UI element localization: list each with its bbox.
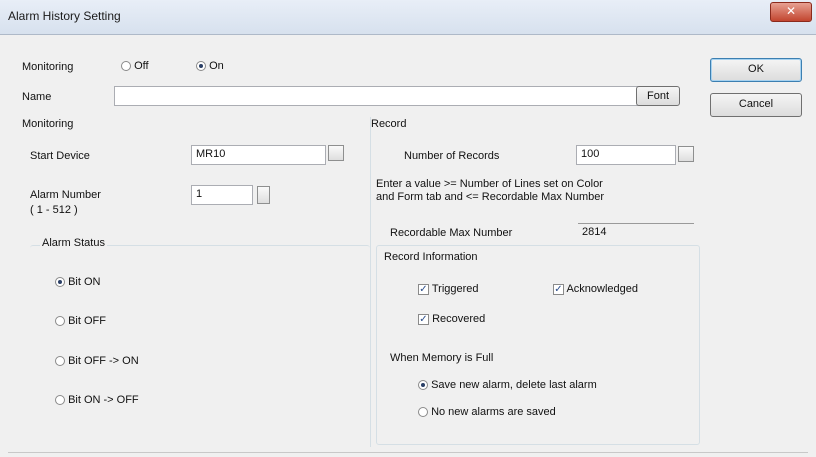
memory-full-option-no-new[interactable]: No new alarms are saved	[418, 406, 556, 418]
number-of-records-input[interactable]: 100	[576, 145, 676, 165]
recovered-label: Recovered	[432, 313, 486, 325]
recordable-max-label: Recordable Max Number	[390, 227, 513, 239]
record-information-title: Record Information	[382, 251, 480, 263]
recovered-check-icon[interactable]: ✓	[418, 313, 429, 325]
records-hint-line1: Enter a value >= Number of Lines set on …	[376, 178, 603, 190]
triggered-checkbox[interactable]: ✓ Triggered	[418, 283, 479, 295]
monitoring-off-radio[interactable]: Off	[121, 60, 149, 72]
alarm-status-option-bit-off[interactable]: Bit OFF	[55, 315, 106, 327]
cancel-button[interactable]: Cancel	[710, 93, 802, 117]
close-button[interactable]: ✕	[770, 2, 812, 22]
alarm-number-range: ( 1 - 512 )	[30, 204, 78, 216]
triggered-check-icon[interactable]: ✓	[418, 283, 429, 295]
bottom-border	[8, 452, 808, 453]
acknowledged-checkbox[interactable]: ✓ Acknowledged	[553, 283, 638, 295]
monitoring-group-title: Monitoring	[22, 118, 74, 130]
acknowledged-check-icon[interactable]: ✓	[553, 283, 564, 295]
memory-full-title: When Memory is Full	[390, 352, 494, 364]
alarm-number-label: Alarm Number	[30, 189, 101, 201]
monitoring-toggle-label: Monitoring	[22, 61, 74, 73]
start-device-input[interactable]: MR10	[191, 145, 326, 165]
name-label: Name	[22, 91, 52, 103]
radio-off-indicator[interactable]	[121, 61, 131, 72]
recordable-max-value: 2814	[578, 223, 694, 241]
alarm-status-title: Alarm Status	[40, 237, 107, 249]
bit-off-label: Bit OFF	[68, 315, 106, 327]
alarm-status-option-bit-on[interactable]: Bit ON	[55, 276, 100, 288]
acknowledged-label: Acknowledged	[566, 283, 639, 295]
number-of-records-browse-icon[interactable]	[678, 146, 694, 162]
window-title: Alarm History Setting	[8, 9, 121, 23]
bit-on-label: Bit ON	[68, 276, 101, 288]
radio-bit-on[interactable]	[55, 277, 65, 288]
records-hint-line2: and Form tab and <= Recordable Max Numbe…	[376, 191, 605, 203]
name-input[interactable]	[114, 86, 644, 106]
memory-full-option-save-new[interactable]: Save new alarm, delete last alarm	[418, 379, 597, 391]
alarm-status-option-on-to-off[interactable]: Bit ON -> OFF	[55, 394, 139, 406]
alarm-number-input[interactable]: 1	[191, 185, 253, 205]
alarm-status-option-off-to-on[interactable]: Bit OFF -> ON	[55, 355, 139, 367]
radio-on-indicator[interactable]	[196, 61, 206, 72]
save-new-label: Save new alarm, delete last alarm	[431, 379, 597, 391]
radio-no-new[interactable]	[418, 407, 428, 418]
monitoring-on-label: On	[209, 60, 224, 72]
radio-save-new[interactable]	[418, 380, 428, 391]
monitoring-on-radio[interactable]: On	[196, 60, 224, 72]
on-to-off-label: Bit ON -> OFF	[68, 394, 139, 406]
no-new-label: No new alarms are saved	[431, 406, 556, 418]
off-to-on-label: Bit OFF -> ON	[68, 355, 139, 367]
radio-bit-off[interactable]	[55, 316, 65, 327]
start-device-browse-icon[interactable]	[328, 145, 344, 161]
triggered-label: Triggered	[431, 283, 479, 295]
section-divider	[370, 117, 371, 447]
close-icon: ✕	[785, 4, 797, 18]
record-group-title: Record	[371, 118, 407, 130]
radio-on-to-off[interactable]	[55, 395, 65, 406]
number-of-records-label: Number of Records	[404, 150, 500, 162]
monitoring-off-label: Off	[134, 60, 149, 72]
alarm-number-spinner[interactable]	[257, 186, 270, 204]
font-button[interactable]: Font	[636, 86, 680, 106]
start-device-label: Start Device	[30, 150, 90, 162]
radio-off-to-on[interactable]	[55, 356, 65, 367]
recovered-checkbox[interactable]: ✓ Recovered	[418, 313, 485, 325]
title-bar: Alarm History Setting ✕	[0, 0, 816, 35]
ok-button[interactable]: OK	[710, 58, 802, 82]
dialog-body: Monitoring Off On Name Font OK Cancel Mo…	[8, 35, 808, 453]
